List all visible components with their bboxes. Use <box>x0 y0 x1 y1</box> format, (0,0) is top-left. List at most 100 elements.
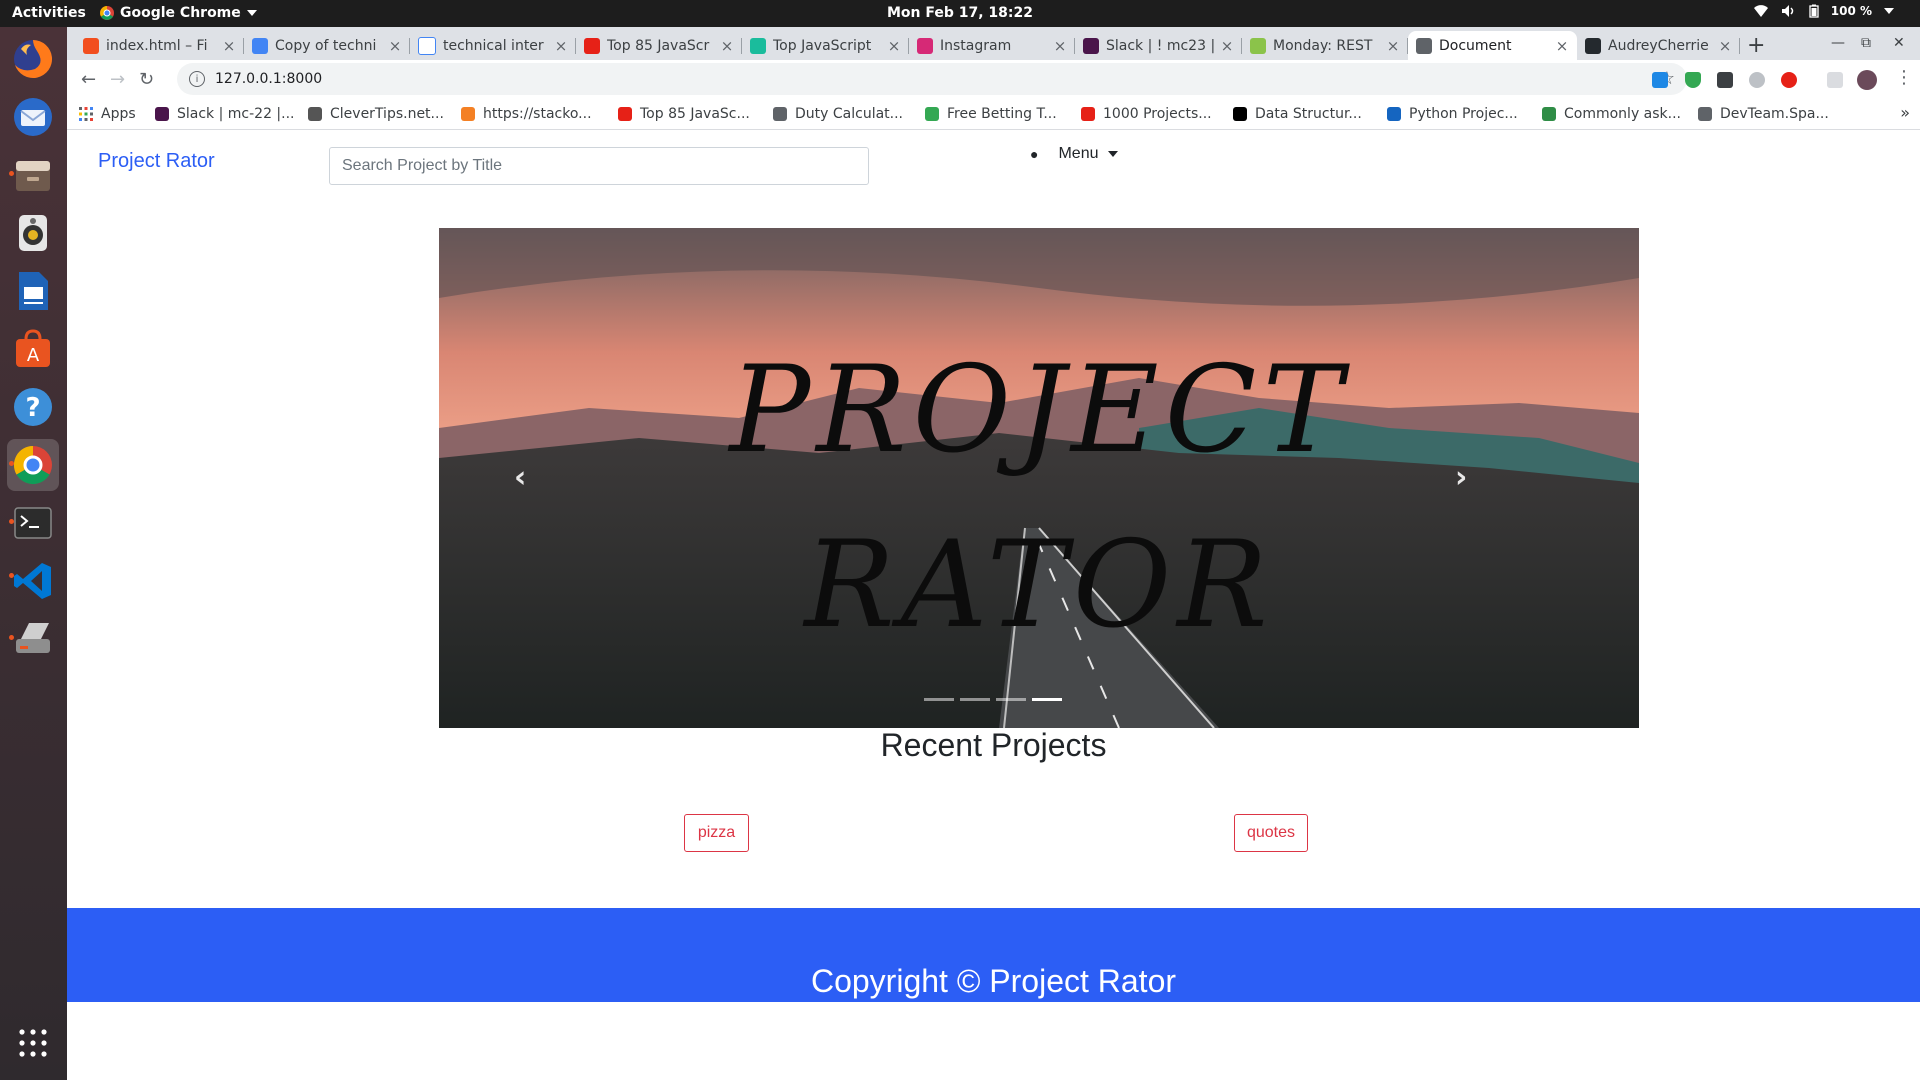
files-icon[interactable] <box>7 149 59 201</box>
writer-icon[interactable] <box>7 265 59 317</box>
browser-tab[interactable]: Monday: REST × <box>1242 31 1408 60</box>
close-tab-icon[interactable]: × <box>552 37 570 55</box>
opera-extension-icon[interactable] <box>1781 72 1797 88</box>
show-apps-icon[interactable] <box>7 1017 59 1069</box>
close-tab-icon[interactable]: × <box>1218 37 1236 55</box>
bookmark-item[interactable]: https://stacko... <box>461 106 592 122</box>
apps-shortcut[interactable]: Apps <box>79 106 136 122</box>
chrome-icon[interactable] <box>7 439 59 491</box>
carousel-indicator[interactable] <box>924 698 954 701</box>
terminal-icon[interactable] <box>7 497 59 549</box>
list-bullet: ● <box>1030 146 1039 162</box>
close-tab-icon[interactable]: × <box>220 37 238 55</box>
close-tab-icon[interactable]: × <box>1051 37 1069 55</box>
address-bar[interactable]: i 127.0.0.1:8000 ☆ <box>177 63 1687 95</box>
thunderbird-icon[interactable] <box>7 91 59 143</box>
firefox-icon[interactable] <box>7 33 59 85</box>
bookmark-item[interactable]: 1000 Projects... <box>1081 106 1212 122</box>
bookmark-item[interactable]: Free Betting T... <box>925 106 1057 122</box>
back-button[interactable]: ← <box>81 69 96 90</box>
close-tab-icon[interactable]: × <box>885 37 903 55</box>
chrome-window: index.html – Fi × Copy of techni × technical… <box>67 27 1920 1080</box>
bookmark-item[interactable]: Top 85 JavaSc... <box>618 106 750 122</box>
github-icon <box>1585 37 1601 54</box>
menu-dropdown[interactable]: ● Menu <box>1030 145 1118 163</box>
close-tab-icon[interactable]: × <box>386 37 404 55</box>
bookmark-item[interactable]: Commonly ask... <box>1542 106 1681 122</box>
tab-title: index.html – Fi <box>106 37 208 54</box>
vscode-icon[interactable] <box>7 555 59 607</box>
project-button-quotes[interactable]: quotes <box>1234 814 1308 852</box>
chevron-down-icon <box>246 10 257 16</box>
bookmark-item[interactable]: DevTeam.Spa... <box>1698 106 1829 122</box>
carousel-indicator[interactable] <box>960 698 990 701</box>
software-center-icon[interactable]: A <box>7 323 59 375</box>
activities-button[interactable]: Activities <box>12 5 86 21</box>
close-tab-icon[interactable]: × <box>718 37 736 55</box>
tab-title: technical inter <box>443 37 544 54</box>
carousel-prev-button[interactable]: ‹ <box>514 460 526 495</box>
maximize-button[interactable]: ⧉ <box>1861 35 1871 51</box>
close-window-button[interactable]: ✕ <box>1893 35 1905 51</box>
apps-grid-icon <box>79 107 93 121</box>
scanner-icon[interactable] <box>7 613 59 665</box>
info-icon[interactable]: i <box>189 71 205 87</box>
check-extension-icon[interactable] <box>1749 72 1765 88</box>
browser-tab[interactable]: Instagram × <box>909 31 1075 60</box>
new-tab-button[interactable]: + <box>1747 33 1765 58</box>
close-tab-icon[interactable]: × <box>1716 37 1734 55</box>
bookmark-favicon <box>618 107 632 121</box>
help-icon[interactable]: ? <box>7 381 59 433</box>
search-input[interactable] <box>329 147 869 185</box>
app-menu[interactable]: Google Chrome <box>100 5 257 21</box>
tab-title: Slack | ! mc23 | i <box>1106 37 1218 54</box>
bookmark-label: https://stacko... <box>483 106 592 122</box>
browser-tab[interactable]: Document × <box>1408 31 1577 60</box>
box-extension-icon[interactable] <box>1717 72 1733 88</box>
download-extension-icon[interactable] <box>1652 72 1668 88</box>
bookmark-item[interactable]: Duty Calculat... <box>773 106 903 122</box>
chevron-down-icon <box>1884 8 1894 14</box>
brand-link[interactable]: Project Rator <box>98 150 215 173</box>
site-icon <box>584 37 600 54</box>
browser-tab[interactable]: technical inter × <box>410 31 576 60</box>
bookmark-favicon <box>1233 107 1247 121</box>
browser-tab[interactable]: Copy of techni × <box>244 31 410 60</box>
profile-avatar[interactable] <box>1857 70 1877 90</box>
kebab-menu-icon[interactable]: ⋮ <box>1895 67 1913 88</box>
shield-extension-icon[interactable] <box>1685 72 1701 88</box>
forward-button[interactable]: → <box>110 69 125 90</box>
bookmark-item[interactable]: Slack | mc-22 |... <box>155 106 295 122</box>
browser-tab[interactable]: index.html – Fi × <box>75 31 244 60</box>
minimize-button[interactable]: — <box>1831 35 1845 51</box>
bookmark-favicon <box>1387 107 1401 121</box>
carousel-next-button[interactable]: › <box>1455 460 1467 495</box>
tab-title: Top 85 JavaScr <box>607 37 710 54</box>
caret-down-icon <box>1107 151 1118 157</box>
bookmark-label: Top 85 JavaSc... <box>640 106 750 122</box>
hero-carousel: PROJECT RATOR ‹ › <box>439 228 1639 728</box>
browser-tab[interactable]: Slack | ! mc23 | i × <box>1075 31 1242 60</box>
bookmark-label: Slack | mc-22 |... <box>177 106 295 122</box>
close-tab-icon[interactable]: × <box>1384 37 1402 55</box>
cast-icon[interactable] <box>1827 72 1843 88</box>
browser-tab[interactable]: Top 85 JavaScr × <box>576 31 742 60</box>
tab-title: Monday: REST <box>1273 37 1373 54</box>
carousel-indicator[interactable] <box>996 698 1026 701</box>
reload-button[interactable]: ↻ <box>139 69 154 90</box>
bookmark-favicon <box>461 107 475 121</box>
browser-tab[interactable]: AudreyCherrie × <box>1577 31 1740 60</box>
project-button-pizza[interactable]: pizza <box>684 814 749 852</box>
recent-projects-heading: Recent Projects <box>880 727 1107 763</box>
browser-tab[interactable]: Top JavaScript × <box>742 31 909 60</box>
bookmark-item[interactable]: Data Structur... <box>1233 106 1362 122</box>
bookmarks-overflow-icon[interactable]: » <box>1900 103 1910 122</box>
carousel-indicator-active[interactable] <box>1032 698 1062 701</box>
close-tab-icon[interactable]: × <box>1553 37 1571 55</box>
system-tray[interactable]: 100 % <box>1753 4 1894 18</box>
rhythmbox-icon[interactable] <box>7 207 59 259</box>
bookmark-item[interactable]: Python Projec... <box>1387 106 1518 122</box>
bookmark-item[interactable]: CleverTips.net... <box>308 106 444 122</box>
tab-title: Top JavaScript <box>773 37 872 54</box>
clock[interactable]: Mon Feb 17, 18:22 <box>887 5 1033 21</box>
